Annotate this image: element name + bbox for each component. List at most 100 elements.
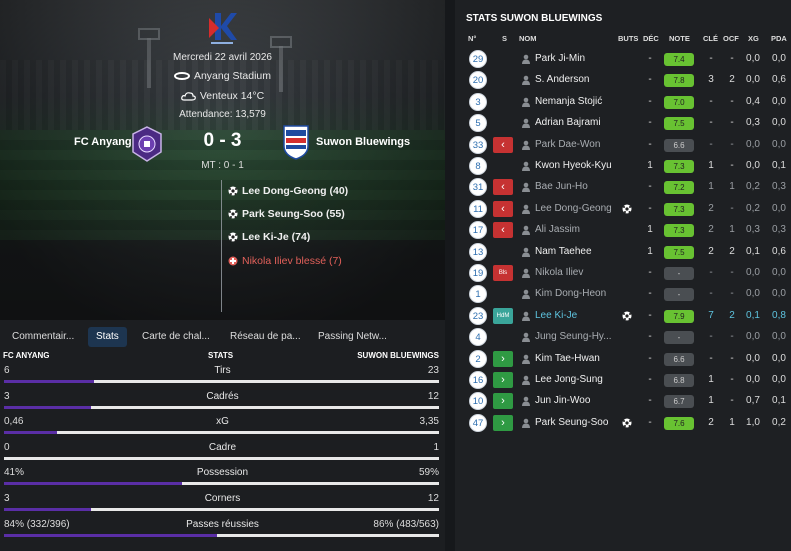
player-name[interactable]: Lee Dong-Geong bbox=[535, 203, 612, 214]
col-header-sub[interactable]: S bbox=[502, 34, 507, 43]
player-rating: - bbox=[664, 331, 694, 345]
player-rating: 7.5 bbox=[664, 245, 694, 259]
player-row[interactable]: 13 Nam Taehee 1 7.5 2 2 0,1 0,6 bbox=[455, 242, 791, 263]
pda-value: 0,2 bbox=[772, 416, 786, 428]
shirt-number: 20 bbox=[469, 71, 487, 90]
player-row[interactable]: 47 › Park Seung-Soo -7.6 2 1 1,0 0,2 bbox=[455, 413, 791, 434]
shirt-number: 13 bbox=[469, 242, 487, 261]
player-row[interactable]: 2 › Kim Tae-Hwan -6.6- -0,0 0,0 bbox=[455, 349, 791, 370]
stats-header: FC ANYANG STATS SUWON BLUEWINGS bbox=[0, 349, 445, 363]
away-team-crest[interactable] bbox=[283, 124, 309, 160]
col-header-goals[interactable]: BUTS bbox=[618, 34, 638, 43]
shirt-number: 16 bbox=[469, 371, 487, 389]
person-icon bbox=[522, 183, 530, 193]
player-row[interactable]: 11 ‹ Lee Dong-Geong -7.3 2-0,2 0,0 bbox=[455, 199, 791, 220]
col-header-num[interactable]: N° bbox=[468, 34, 476, 43]
shirt-number: 17 bbox=[469, 221, 487, 240]
player-row[interactable]: 17 ‹ Ali Jassim 1 7.3 2 1 0,3 0,3 bbox=[455, 220, 791, 241]
player-name[interactable]: Park Dae-Won bbox=[535, 139, 600, 150]
player-row[interactable]: 10 › Jun Jin-Woo -6.7 1-0,7 0,1 bbox=[455, 391, 791, 412]
player-row[interactable]: 16 › Lee Jong-Sung - 6.8 1 - 0,0 0,0 bbox=[455, 370, 791, 391]
player-rating: - bbox=[664, 288, 694, 302]
player-name[interactable]: Kwon Hyeok-Kyu bbox=[535, 160, 612, 171]
player-row[interactable]: 29 Park Ji-Min - 7.4 - - 0,0 0,0 bbox=[455, 49, 791, 70]
player-name[interactable]: Park Seung-Soo bbox=[535, 417, 608, 428]
col-header-note[interactable]: NOTE bbox=[669, 34, 690, 43]
player-row[interactable]: 20 S. Anderson -7.8 3 2 0,0 0,6 bbox=[455, 70, 791, 91]
pda-value: 0,0 bbox=[772, 352, 786, 364]
player-row[interactable]: 4 Jung Seung-Hy... - - - -0,0 0,0 bbox=[455, 327, 791, 348]
player-row[interactable]: 19 Bls Nikola Iliev - - - - 0,0 0,0 bbox=[455, 263, 791, 284]
key-passes: 2 bbox=[708, 245, 714, 257]
col-header-ocf[interactable]: OCF bbox=[723, 34, 739, 43]
player-name[interactable]: Nemanja Stojić bbox=[535, 96, 602, 107]
tab-3[interactable]: Réseau de pa... bbox=[222, 327, 309, 347]
player-name[interactable]: Jung Seung-Hy... bbox=[535, 331, 612, 342]
chances-created: - bbox=[730, 288, 734, 300]
player-name[interactable]: Jun Jin-Woo bbox=[535, 395, 590, 406]
player-of-match-badge: HdM bbox=[493, 307, 513, 324]
player-row[interactable]: 8 Kwon Hyeok-Kyu 1 7.3 1 - 0,0 0,1 bbox=[455, 156, 791, 177]
player-name[interactable]: S. Anderson bbox=[535, 74, 589, 85]
sub-out-icon: ‹ bbox=[493, 200, 513, 217]
goal-ball-icon bbox=[622, 418, 632, 428]
tab-0[interactable]: Commentair... bbox=[4, 327, 82, 347]
tab-1[interactable]: Stats bbox=[88, 327, 127, 347]
col-header-name[interactable]: NOM bbox=[519, 34, 537, 43]
player-row[interactable]: 33 ‹ Park Dae-Won -6.6- -0,0 0,0 bbox=[455, 135, 791, 156]
col-header-key[interactable]: CLÉ bbox=[703, 34, 718, 43]
person-icon bbox=[522, 268, 530, 278]
player-name[interactable]: Nam Taehee bbox=[535, 246, 592, 257]
shirt-number: 19 bbox=[469, 264, 487, 282]
stat-label: Cadrés bbox=[206, 390, 239, 402]
player-rating: 7.4 bbox=[664, 53, 694, 66]
timeline-divider bbox=[221, 180, 222, 312]
player-name[interactable]: Kim Dong-Heon bbox=[535, 288, 606, 299]
player-row[interactable]: 3 Nemanja Stojić -7.0- -0,4 0,0 bbox=[455, 92, 791, 113]
event-text: Lee Dong-Geong (40) bbox=[242, 185, 349, 197]
xg-value: 0,1 bbox=[746, 309, 760, 321]
tab-4[interactable]: Passing Netw... bbox=[310, 327, 395, 347]
player-name[interactable]: Nikola Iliev bbox=[535, 267, 583, 278]
away-team-name[interactable]: Suwon Bluewings bbox=[316, 136, 410, 148]
shirt-number: 4 bbox=[469, 328, 487, 347]
chances-created: 2 bbox=[729, 245, 735, 257]
chances-created: - bbox=[730, 374, 734, 385]
stat-bar-home-fill bbox=[4, 482, 183, 486]
player-row[interactable]: 31 ‹ Bae Jun-Ho -7.2 1 1 0,2 0,3 bbox=[455, 177, 791, 198]
xg-value: 0,0 bbox=[746, 267, 760, 278]
player-row[interactable]: 1 Kim Dong-Heon - - - -0,0 0,0 bbox=[455, 284, 791, 305]
chances-created: 2 bbox=[729, 74, 735, 86]
player-name[interactable]: Adrian Bajrami bbox=[535, 117, 601, 128]
shirt-number: 11 bbox=[469, 199, 487, 218]
stat-row: 84% (332/396) Passes réussies 86% (483/563… bbox=[0, 517, 445, 543]
shirt-number: 33 bbox=[469, 135, 487, 154]
key-passes: 1 bbox=[708, 181, 714, 193]
stats-away-header: SUWON BLUEWINGS bbox=[357, 351, 439, 360]
stats-home-header: FC ANYANG bbox=[3, 351, 50, 360]
pda-value: 0,1 bbox=[772, 160, 786, 171]
player-name[interactable]: Lee Ki-Je bbox=[535, 310, 577, 321]
stat-bar-home-fill bbox=[4, 380, 95, 383]
tab-2[interactable]: Carte de chal... bbox=[134, 327, 218, 347]
col-header-xg[interactable]: XG bbox=[748, 34, 759, 43]
player-row[interactable]: 5 Adrian Bajrami -7.5- -0,3 0,0 bbox=[455, 113, 791, 134]
shirt-number: 1 bbox=[469, 285, 487, 304]
player-rating: 7.2 bbox=[664, 181, 694, 195]
player-row[interactable]: 23 HdM Lee Ki-Je -7.9 7 2 0,1 0,8 bbox=[455, 306, 791, 327]
player-name[interactable]: Park Ji-Min bbox=[535, 53, 585, 64]
col-header-dec[interactable]: DÉC bbox=[643, 34, 659, 43]
decisive-passes: - bbox=[648, 352, 652, 364]
stat-label: Corners bbox=[204, 493, 241, 504]
xg-value: 0,0 bbox=[746, 160, 760, 171]
sub-out-icon: ‹ bbox=[493, 222, 513, 239]
pda-value: 0,0 bbox=[772, 117, 786, 129]
player-name[interactable]: Kim Tae-Hwan bbox=[535, 353, 600, 364]
decisive-passes: - bbox=[648, 374, 652, 385]
player-name[interactable]: Ali Jassim bbox=[535, 224, 580, 235]
injury-icon bbox=[228, 256, 238, 266]
player-name[interactable]: Bae Jun-Ho bbox=[535, 181, 588, 192]
pda-value: 0,3 bbox=[772, 224, 786, 236]
player-name[interactable]: Lee Jong-Sung bbox=[535, 374, 603, 385]
col-header-pda[interactable]: PDA bbox=[771, 34, 787, 43]
